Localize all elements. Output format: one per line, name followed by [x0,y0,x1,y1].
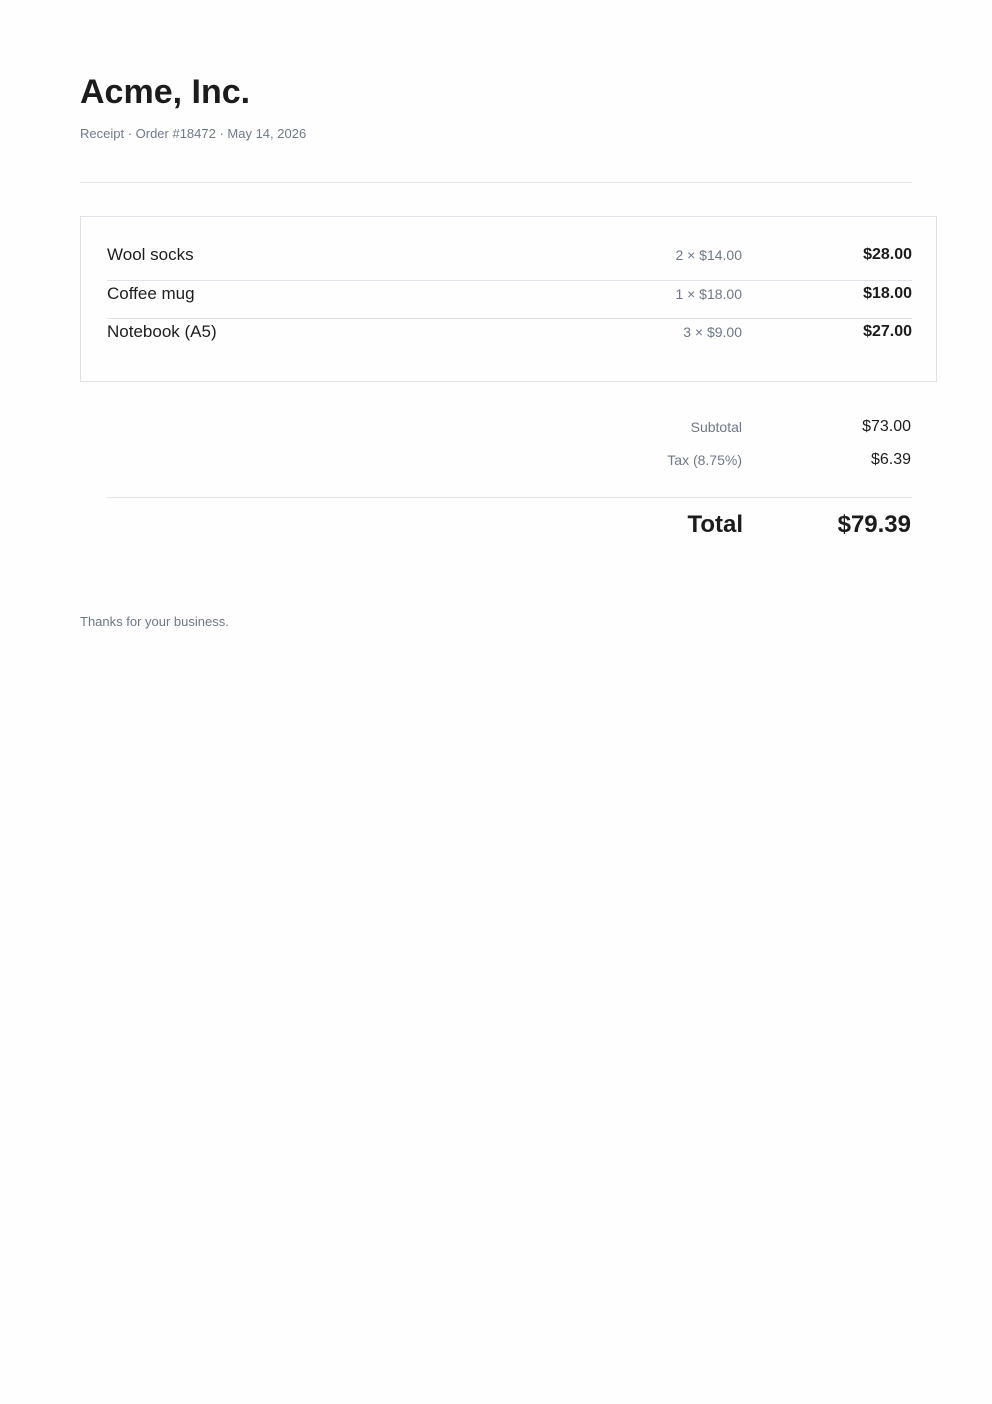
item-name: Notebook (A5) [107,322,217,341]
total-value: $79.39 [837,511,911,538]
subtotal-value: $73.00 [862,418,911,435]
item-divider [107,280,912,281]
total-label: Total [687,511,743,538]
receipt-meta: Receipt · Order #18472 · May 14, 2026 [80,126,307,141]
tax-label: Tax (8.75%) [667,452,742,468]
item-amount: $18.00 [863,285,912,302]
subtotal-label: Subtotal [690,419,742,435]
line-items-box: Wool socks 2 × $14.00 $28.00 Coffee mug … [80,216,937,382]
item-amount: $28.00 [863,246,912,263]
footer-note: Thanks for your business. [80,614,229,629]
item-name: Coffee mug [107,284,195,303]
item-name: Wool socks [107,245,194,264]
item-amount: $27.00 [863,323,912,340]
item-quantity-price: 2 × $14.00 [675,247,742,263]
item-quantity-price: 1 × $18.00 [675,286,742,302]
total-divider [107,497,912,498]
item-quantity-price: 3 × $9.00 [683,324,742,340]
line-item: Wool socks 2 × $14.00 $28.00 [107,245,912,265]
tax-value: $6.39 [870,451,911,468]
company-name: Acme, Inc. [80,73,251,111]
header-divider [80,182,912,183]
line-item: Coffee mug 1 × $18.00 $18.00 [107,284,912,304]
line-item: Notebook (A5) 3 × $9.00 $27.00 [107,322,912,342]
item-divider [107,318,912,319]
